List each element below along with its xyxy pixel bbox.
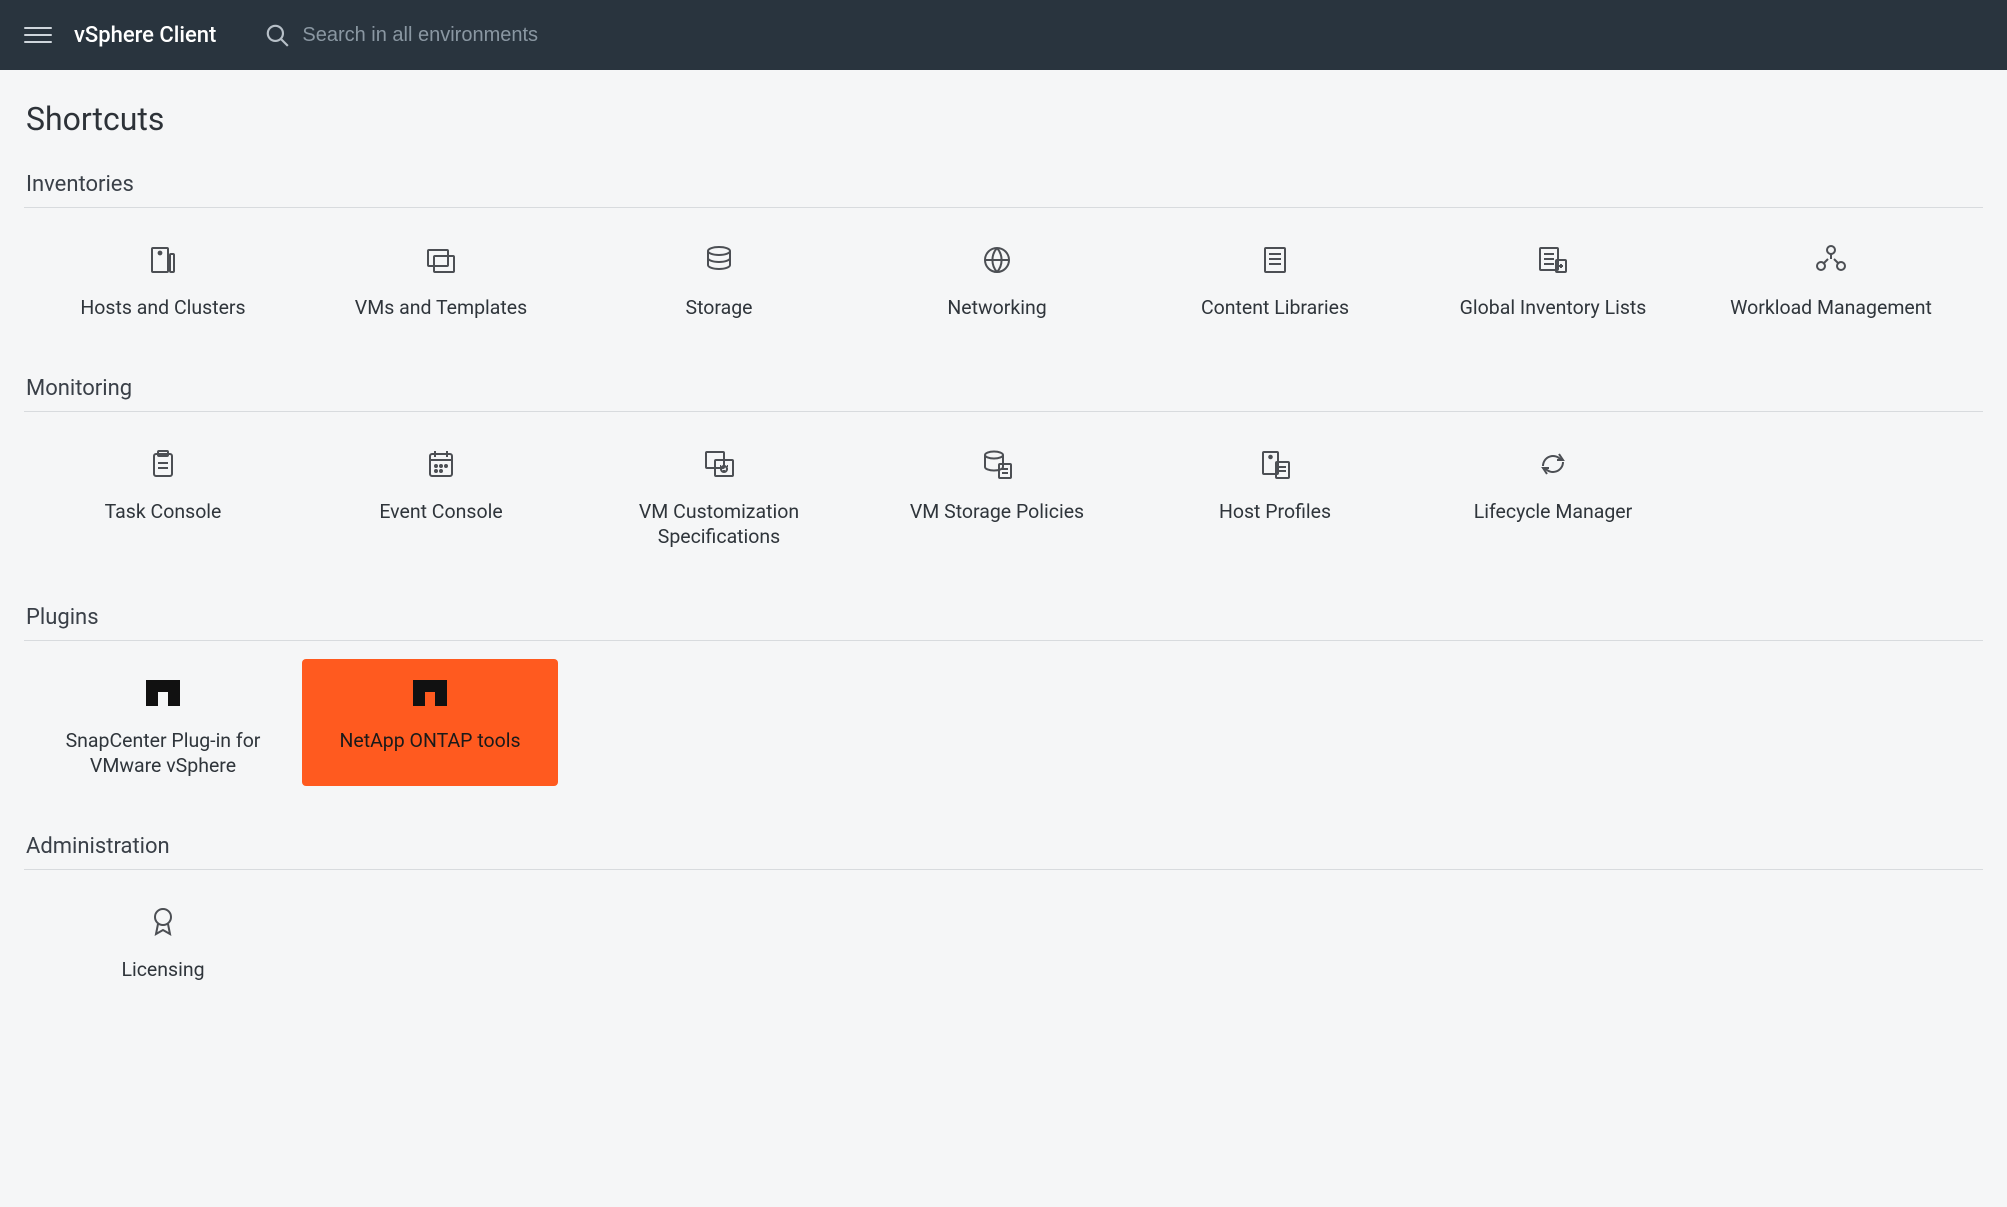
lifecycle-manager-icon: [1535, 442, 1571, 486]
shortcut-label: Event Console: [379, 500, 502, 524]
task-console-icon: [145, 442, 181, 486]
event-console-icon: [423, 442, 459, 486]
netapp-icon: [146, 671, 180, 715]
shortcut-content-libraries[interactable]: Content Libraries: [1136, 226, 1414, 328]
search-input[interactable]: [300, 23, 720, 48]
topbar: vSphere Client: [0, 0, 2007, 70]
shortcut-label: Licensing: [121, 958, 204, 982]
section-title-monitoring: Monitoring: [24, 376, 1983, 412]
section-inventories: Inventories Hosts and Clusters: [24, 172, 1983, 328]
page-title: Shortcuts: [26, 100, 1983, 138]
section-title-inventories: Inventories: [24, 172, 1983, 208]
global-search[interactable]: [264, 22, 720, 48]
shortcut-label: Hosts and Clusters: [80, 296, 245, 320]
shortcut-label: Host Profiles: [1219, 500, 1331, 524]
shortcut-label: VM Storage Policies: [910, 500, 1084, 524]
shortcut-snapcenter-plugin[interactable]: SnapCenter Plug-in for VMware vSphere: [24, 659, 302, 786]
shortcut-host-profiles[interactable]: Host Profiles: [1136, 430, 1414, 557]
content-libraries-icon: [1257, 238, 1293, 282]
shortcut-event-console[interactable]: Event Console: [302, 430, 580, 557]
global-inventory-icon: [1535, 238, 1571, 282]
shortcut-storage[interactable]: Storage: [580, 226, 858, 328]
section-plugins: Plugins SnapCenter Plug-in for VMware vS…: [24, 605, 1983, 786]
shortcut-label: NetApp ONTAP tools: [339, 729, 520, 753]
vm-customization-icon: [701, 442, 737, 486]
vms-templates-icon: [423, 238, 459, 282]
shortcut-networking[interactable]: Networking: [858, 226, 1136, 328]
shortcut-vms-and-templates[interactable]: VMs and Templates: [302, 226, 580, 328]
brand-title: vSphere Client: [74, 23, 216, 48]
shortcut-hosts-and-clusters[interactable]: Hosts and Clusters: [24, 226, 302, 328]
shortcut-label: Lifecycle Manager: [1474, 500, 1632, 524]
netapp-icon: [413, 671, 447, 715]
licensing-icon: [145, 900, 181, 944]
section-administration: Administration Licensing: [24, 834, 1983, 990]
shortcut-label: Networking: [947, 296, 1046, 320]
shortcut-workload-management[interactable]: Workload Management: [1692, 226, 1970, 328]
section-monitoring: Monitoring Task Console: [24, 376, 1983, 557]
shortcut-label: Task Console: [105, 500, 222, 524]
shortcut-netapp-ontap-tools[interactable]: NetApp ONTAP tools: [302, 659, 558, 786]
search-icon: [264, 22, 290, 48]
page-content: Shortcuts Inventories Hosts and Clusters: [0, 70, 2007, 1098]
shortcut-vm-storage-policies[interactable]: VM Storage Policies: [858, 430, 1136, 557]
shortcut-label: VM Customization Specifications: [599, 500, 839, 549]
vm-storage-policies-icon: [979, 442, 1015, 486]
section-title-administration: Administration: [24, 834, 1983, 870]
shortcut-vm-customization-specifications[interactable]: VM Customization Specifications: [580, 430, 858, 557]
shortcut-lifecycle-manager[interactable]: Lifecycle Manager: [1414, 430, 1692, 557]
shortcut-licensing[interactable]: Licensing: [24, 888, 302, 990]
section-title-plugins: Plugins: [24, 605, 1983, 641]
storage-icon: [701, 238, 737, 282]
shortcut-label: VMs and Templates: [355, 296, 527, 320]
shortcut-task-console[interactable]: Task Console: [24, 430, 302, 557]
host-profiles-icon: [1257, 442, 1293, 486]
shortcut-global-inventory-lists[interactable]: Global Inventory Lists: [1414, 226, 1692, 328]
menu-button[interactable]: [24, 21, 52, 49]
workload-management-icon: [1813, 238, 1849, 282]
shortcut-label: Global Inventory Lists: [1460, 296, 1647, 320]
shortcut-label: SnapCenter Plug-in for VMware vSphere: [43, 729, 283, 778]
shortcut-label: Storage: [685, 296, 752, 320]
hosts-clusters-icon: [145, 238, 181, 282]
shortcut-label: Workload Management: [1730, 296, 1932, 320]
shortcut-label: Content Libraries: [1201, 296, 1349, 320]
networking-icon: [979, 238, 1015, 282]
